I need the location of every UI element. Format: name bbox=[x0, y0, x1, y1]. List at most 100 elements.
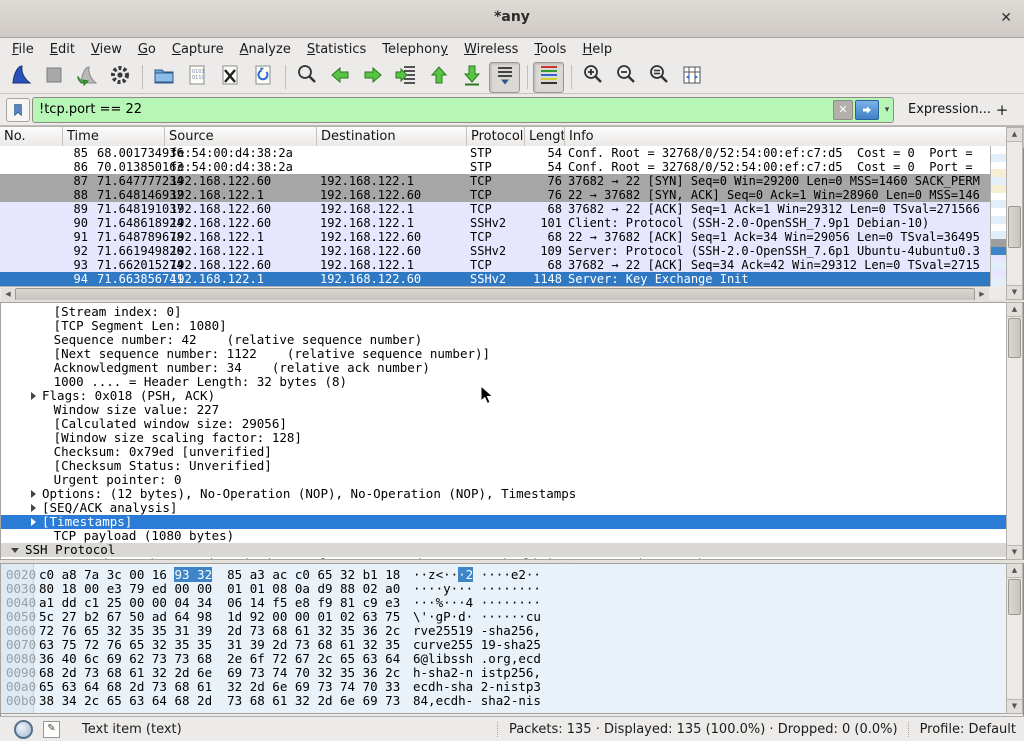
hex-bytes[interactable]: 80 18 00 e3 79 ed 00 00 01 01 08 0a d9 8… bbox=[39, 582, 400, 596]
status-profile[interactable]: Profile: Default bbox=[920, 722, 1016, 737]
menu-analyze[interactable]: Analyze bbox=[232, 40, 299, 59]
menu-capture[interactable]: Capture bbox=[164, 40, 232, 59]
column-header-time[interactable]: Time bbox=[63, 127, 165, 147]
details-scroll-down[interactable]: ▼ bbox=[1007, 545, 1022, 559]
filter-apply-button[interactable] bbox=[855, 100, 879, 120]
packet-row-85[interactable]: 8568.001734936fe:54:00:d4:38:2aSTP54Conf… bbox=[0, 146, 990, 160]
open-file-button[interactable] bbox=[148, 62, 179, 93]
filter-history-dropdown[interactable]: ▾ bbox=[881, 101, 893, 119]
column-header-source[interactable]: Source bbox=[165, 127, 317, 147]
expander-collapsed-icon[interactable] bbox=[31, 392, 36, 400]
packet-row-89[interactable]: 8971.648191037192.168.122.60192.168.122.… bbox=[0, 202, 990, 216]
hex-row-00a0[interactable]: 00a065 63 64 68 2d 73 68 61 32 2d 6e 69 … bbox=[1, 680, 1006, 694]
menu-go[interactable]: Go bbox=[130, 40, 164, 59]
hex-row-0050[interactable]: 00505c 27 b2 67 50 ad 64 98 1d 92 00 00 … bbox=[1, 610, 1006, 624]
detail-row-13[interactable]: Options: (12 bytes), No-Operation (NOP),… bbox=[1, 487, 1006, 501]
autoscroll-toggle[interactable] bbox=[489, 62, 520, 93]
hex-bytes[interactable]: 38 34 2c 65 63 64 68 2d 73 68 61 32 2d 6… bbox=[39, 694, 400, 708]
expander-expanded-icon[interactable] bbox=[11, 548, 19, 553]
hex-ascii[interactable]: 6@libssh .org,ecd bbox=[413, 652, 541, 666]
find-packet-button[interactable] bbox=[291, 62, 322, 93]
reload-file-button[interactable] bbox=[247, 62, 278, 93]
detail-row-10[interactable]: Checksum: 0x79ed [unverified] bbox=[1, 445, 1006, 459]
hex-row-0020[interactable]: 0020c0 a8 7a 3c 00 16 93 32 85 a3 ac c0 … bbox=[1, 568, 1006, 582]
packet-list-hscrollbar[interactable]: ◀ ▶ bbox=[0, 286, 990, 300]
expander-collapsed-icon[interactable] bbox=[31, 504, 36, 512]
capture-comment-icon[interactable]: ✎ bbox=[43, 721, 60, 738]
hex-bytes[interactable]: 68 2d 73 68 61 32 2d 6e 69 73 74 70 32 3… bbox=[39, 666, 400, 680]
detail-row-12[interactable]: Urgent pointer: 0 bbox=[1, 473, 1006, 487]
hex-row-0030[interactable]: 003080 18 00 e3 79 ed 00 00 01 01 08 0a … bbox=[1, 582, 1006, 596]
packet-list-vscrollbar[interactable]: ▲ ▼ bbox=[1006, 127, 1023, 300]
hscroll-right-arrow[interactable]: ▶ bbox=[975, 288, 989, 300]
stop-capture-button[interactable] bbox=[38, 62, 69, 93]
packet-row-92[interactable]: 9271.661949820192.168.122.1192.168.122.6… bbox=[0, 244, 990, 258]
resize-columns-button[interactable] bbox=[676, 62, 707, 93]
detail-row-14[interactable]: [SEQ/ACK analysis] bbox=[1, 501, 1006, 515]
details-vscrollbar[interactable]: ▲ ▼ bbox=[1006, 302, 1023, 560]
vscroll-up-arrow[interactable]: ▲ bbox=[1007, 128, 1022, 142]
go-forward-button[interactable] bbox=[357, 62, 388, 93]
packet-row-86[interactable]: 8670.013850163fe:54:00:d4:38:2aSTP54Conf… bbox=[0, 160, 990, 174]
vscroll-thumb[interactable] bbox=[1008, 206, 1021, 248]
detail-row-9[interactable]: [Window size scaling factor: 128] bbox=[1, 431, 1006, 445]
expression-button[interactable]: Expression... bbox=[908, 102, 991, 117]
packet-row-88[interactable]: 8871.648146932192.168.122.1192.168.122.6… bbox=[0, 188, 990, 202]
save-file-button[interactable]: 01010110 bbox=[181, 62, 212, 93]
hex-row-0040[interactable]: 0040a1 dd c1 25 00 00 04 34 06 14 f5 e8 … bbox=[1, 596, 1006, 610]
title-bar[interactable]: *any ✕ bbox=[0, 0, 1024, 38]
detail-row-5[interactable]: 1000 .... = Header Length: 32 bytes (8) bbox=[1, 375, 1006, 389]
details-scroll-thumb[interactable] bbox=[1008, 318, 1021, 358]
zoom-100-button[interactable] bbox=[643, 62, 674, 93]
capture-options-button[interactable] bbox=[104, 62, 135, 93]
detail-row-6[interactable]: Flags: 0x018 (PSH, ACK) bbox=[1, 389, 1006, 403]
column-header-info[interactable]: Info bbox=[565, 127, 1024, 147]
bytes-scroll-thumb[interactable] bbox=[1008, 579, 1021, 615]
hex-row-0090[interactable]: 009068 2d 73 68 61 32 2d 6e 69 73 74 70 … bbox=[1, 666, 1006, 680]
column-header-protocol[interactable]: Protocol bbox=[467, 127, 525, 147]
packet-list-minimap[interactable] bbox=[990, 146, 1006, 286]
packet-row-94[interactable]: 9471.663856741192.168.122.1192.168.122.6… bbox=[0, 272, 990, 286]
detail-row-11[interactable]: [Checksum Status: Unverified] bbox=[1, 459, 1006, 473]
hex-ascii[interactable]: ···%···4 ········ bbox=[413, 596, 541, 610]
hex-row-0080[interactable]: 008036 40 6c 69 62 73 73 68 2e 6f 72 67 … bbox=[1, 652, 1006, 666]
menu-tools[interactable]: Tools bbox=[526, 40, 574, 59]
menu-help[interactable]: Help bbox=[574, 40, 620, 59]
hex-ascii[interactable]: 84,ecdh- sha2-nis bbox=[413, 694, 541, 708]
hex-ascii[interactable]: h-sha2-n istp256, bbox=[413, 666, 541, 680]
hex-bytes[interactable]: 65 63 64 68 2d 73 68 61 32 2d 6e 69 73 7… bbox=[39, 680, 400, 694]
packet-row-91[interactable]: 9171.648789678192.168.122.1192.168.122.6… bbox=[0, 230, 990, 244]
hex-row-00b0[interactable]: 00b038 34 2c 65 63 64 68 2d 73 68 61 32 … bbox=[1, 694, 1006, 708]
go-top-button[interactable] bbox=[423, 62, 454, 93]
zoom-in-button[interactable] bbox=[577, 62, 608, 93]
details-scroll-up[interactable]: ▲ bbox=[1007, 303, 1022, 317]
detail-row-0[interactable]: [Stream index: 0] bbox=[1, 305, 1006, 319]
start-capture-button[interactable] bbox=[5, 62, 36, 93]
expander-collapsed-icon[interactable] bbox=[31, 490, 36, 498]
bytes-scroll-down[interactable]: ▼ bbox=[1007, 699, 1022, 713]
packet-row-93[interactable]: 9371.662015274192.168.122.60192.168.122.… bbox=[0, 258, 990, 272]
expander-collapsed-icon[interactable] bbox=[31, 518, 36, 526]
menu-file[interactable]: File bbox=[4, 40, 42, 59]
menu-telephony[interactable]: Telephony bbox=[374, 40, 456, 59]
detail-row-16[interactable]: TCP payload (1080 bytes) bbox=[1, 529, 1006, 543]
colorize-toggle[interactable] bbox=[533, 62, 564, 93]
detail-row-17[interactable]: SSH Protocol bbox=[1, 543, 1006, 557]
display-filter-input[interactable] bbox=[33, 99, 833, 121]
menu-wireless[interactable]: Wireless bbox=[456, 40, 526, 59]
hex-bytes[interactable]: 63 75 72 76 65 32 35 35 31 39 2d 73 68 6… bbox=[39, 638, 400, 652]
menu-statistics[interactable]: Statistics bbox=[299, 40, 374, 59]
hex-bytes[interactable]: 72 76 65 32 35 35 31 39 2d 73 68 61 32 3… bbox=[39, 624, 400, 638]
go-bottom-button[interactable] bbox=[456, 62, 487, 93]
hex-ascii[interactable]: ····y··· ········ bbox=[413, 582, 541, 596]
column-header-destination[interactable]: Destination bbox=[317, 127, 467, 147]
filter-bookmark-button[interactable] bbox=[6, 98, 30, 122]
hex-row-0070[interactable]: 007063 75 72 76 65 32 35 35 31 39 2d 73 … bbox=[1, 638, 1006, 652]
close-window-button[interactable]: ✕ bbox=[1000, 9, 1012, 27]
detail-row-8[interactable]: [Calculated window size: 29056] bbox=[1, 417, 1006, 431]
hex-ascii[interactable]: rve25519 -sha256, bbox=[413, 624, 541, 638]
bytes-vscrollbar[interactable]: ▲ ▼ bbox=[1006, 563, 1023, 714]
packet-row-87[interactable]: 8771.647777234192.168.122.60192.168.122.… bbox=[0, 174, 990, 188]
column-header-no[interactable]: No. bbox=[0, 127, 63, 147]
detail-row-4[interactable]: Acknowledgment number: 34 (relative ack … bbox=[1, 361, 1006, 375]
